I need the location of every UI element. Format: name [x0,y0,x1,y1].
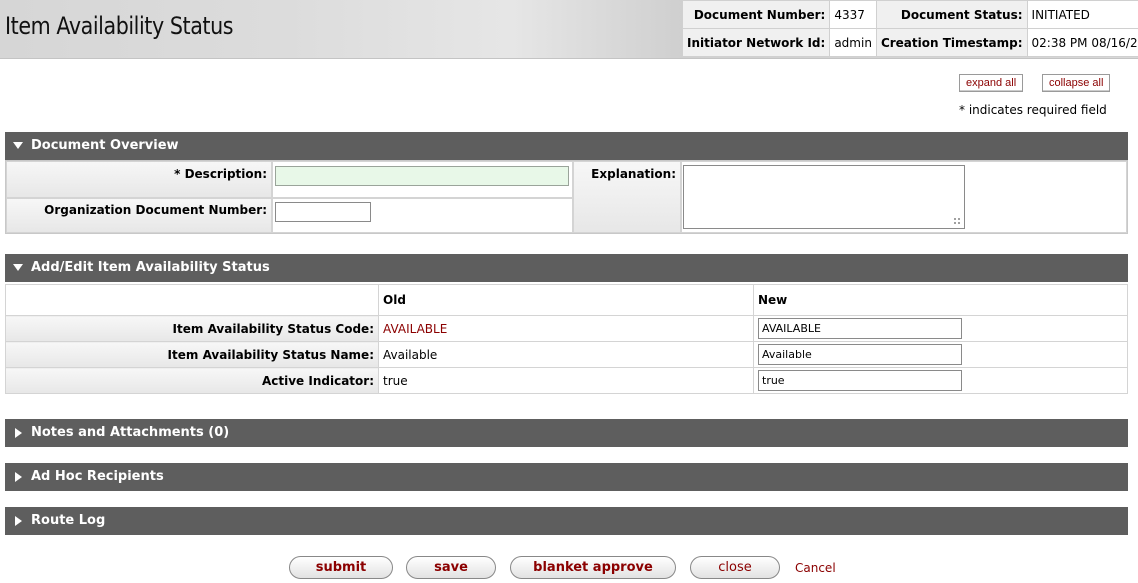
description-input[interactable] [275,166,569,186]
section-title: Add/Edit Item Availability Status [31,260,270,275]
new-value-cell [753,341,1128,368]
expand-all-button[interactable]: expand all [959,74,1024,92]
status-name-input[interactable] [758,344,962,365]
description-cell [272,161,573,198]
resize-handle-icon[interactable] [953,217,961,225]
section-title: Ad Hoc Recipients [31,469,164,484]
old-value: Available [378,341,754,368]
row-label: Active Indicator: [5,367,379,394]
section-add-edit-item-availability-status[interactable]: Add/Edit Item Availability Status [5,254,1128,282]
expanded-triangle-icon [13,264,23,271]
status-code-input[interactable] [758,318,962,339]
initiator-value: admin [829,28,877,57]
doc-status-value: INITIATED [1026,0,1138,29]
collapsed-triangle-icon [15,428,22,438]
explanation-textarea[interactable] [683,165,965,229]
explanation-cell [681,161,1127,233]
page-header: Item Availability Status Document Number… [0,0,1138,59]
old-value: true [378,367,754,394]
section-title: Route Log [31,513,106,528]
section-ad-hoc-recipients[interactable]: Ad Hoc Recipients [5,463,1128,491]
page-title: Item Availability Status [5,12,234,40]
table-row: Active Indicator: true [5,367,1128,394]
table-row: Item Availability Status Code: AVAILABLE [5,315,1128,342]
section-notes-and-attachments[interactable]: Notes and Attachments (0) [5,419,1128,447]
doc-number-label: Document Number: [681,0,831,29]
old-column-header: Old [378,284,754,316]
edit-table: Old New Item Availability Status Code: A… [5,284,1128,394]
old-value: AVAILABLE [378,315,754,342]
section-route-log[interactable]: Route Log [5,507,1128,535]
explanation-label: Explanation: [573,161,681,233]
active-indicator-input[interactable] [758,370,962,391]
blanket-approve-button[interactable]: blanket approve [510,556,676,579]
created-value: 02:38 PM 08/16/2013 [1026,28,1138,57]
new-column-header: New [753,284,1128,316]
initiator-label: Initiator Network Id: [681,28,831,57]
description-label: * Description: [6,161,272,198]
required-field-note: * indicates required field [959,103,1107,117]
expanded-triangle-icon [13,142,23,149]
doc-number-value: 4337 [829,0,877,29]
row-label: Item Availability Status Name: [5,341,379,368]
org-doc-number-cell [272,198,573,233]
cancel-link[interactable]: Cancel [795,561,836,575]
table-row: Item Availability Status Name: Available [5,341,1128,368]
document-info-table: Document Number: 4337 Document Status: I… [681,0,1138,57]
created-label: Creation Timestamp: [875,28,1028,57]
new-value-cell [753,315,1128,342]
row-label: Item Availability Status Code: [5,315,379,342]
section-title: Notes and Attachments (0) [31,425,230,440]
document-overview-panel: * Description: Organization Document Num… [5,160,1128,234]
section-document-overview[interactable]: Document Overview [5,132,1128,160]
org-doc-number-label: Organization Document Number: [6,198,272,233]
collapse-all-button[interactable]: collapse all [1042,74,1111,92]
submit-button[interactable]: submit [289,556,393,579]
collapsed-triangle-icon [15,472,22,482]
org-doc-number-input[interactable] [275,202,371,222]
collapsed-triangle-icon [15,516,22,526]
empty-header-cell [5,284,379,316]
save-button[interactable]: save [406,556,496,579]
doc-status-label: Document Status: [875,0,1028,29]
close-button[interactable]: close [690,556,780,579]
section-title: Document Overview [31,138,179,153]
new-value-cell [753,367,1128,394]
table-header-row: Old New [5,284,1128,316]
